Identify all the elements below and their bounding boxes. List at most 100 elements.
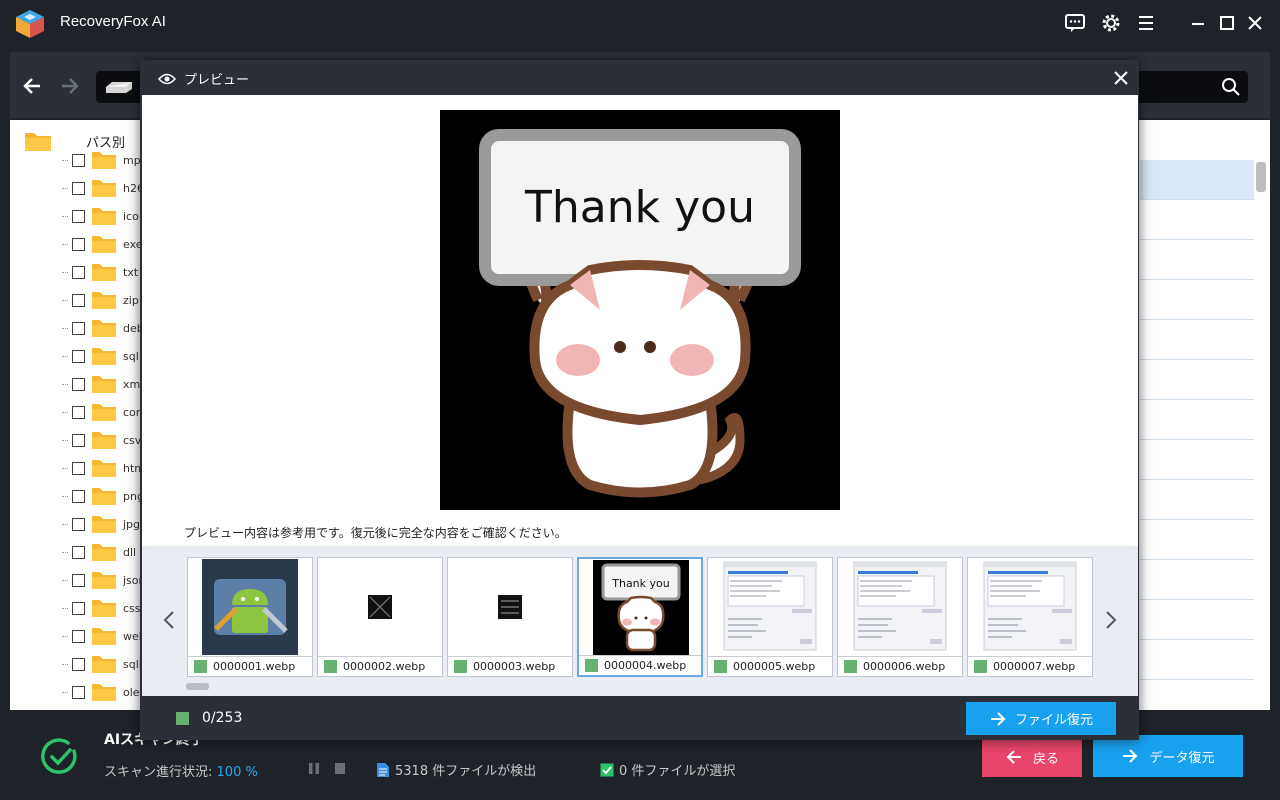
tree-item-csv[interactable]: csv xyxy=(72,426,141,454)
tree-connector xyxy=(62,440,68,441)
list-item[interactable] xyxy=(1140,640,1254,680)
menu-icon[interactable] xyxy=(1134,11,1158,35)
tree-item-checkbox[interactable] xyxy=(72,349,85,363)
tree-item-ole[interactable]: ole xyxy=(72,678,140,706)
file-recover-button[interactable]: ファイル復元 xyxy=(966,702,1116,735)
tree-item-checkbox[interactable] xyxy=(72,461,85,475)
tree-item-checkbox[interactable] xyxy=(72,209,85,223)
tree-item-dll[interactable]: dll xyxy=(72,538,136,566)
tree-item-png[interactable]: png xyxy=(72,482,144,510)
thumbnail-item[interactable]: 0000002.webp xyxy=(317,557,443,677)
tree-item-ico[interactable]: ico xyxy=(72,202,139,230)
tree-item-sql[interactable]: sql xyxy=(72,342,139,370)
thumbnail-checkbox[interactable] xyxy=(324,660,337,673)
tree-item-checkbox[interactable] xyxy=(72,685,85,699)
tree-item-jpg[interactable]: jpg xyxy=(72,510,140,538)
tree-item-checkbox[interactable] xyxy=(72,153,85,167)
maximize-icon[interactable] xyxy=(1215,11,1239,35)
tree-item-checkbox[interactable] xyxy=(72,629,85,643)
select-all-checkbox[interactable] xyxy=(176,712,189,725)
tree-item-mp4[interactable]: mp4 xyxy=(72,146,148,174)
vertical-scrollbar[interactable] xyxy=(1256,162,1266,192)
tree-item-checkbox[interactable] xyxy=(72,657,85,671)
close-icon[interactable] xyxy=(1110,67,1132,89)
horizontal-scrollbar[interactable] xyxy=(186,683,209,690)
back-arrow-icon[interactable] xyxy=(20,73,46,99)
forward-arrow-icon[interactable] xyxy=(56,73,82,99)
list-item[interactable] xyxy=(1140,400,1254,440)
folder-icon xyxy=(92,348,116,365)
tree-item-checkbox[interactable] xyxy=(72,377,85,391)
thumbnail-filename: 0000006.webp xyxy=(863,660,946,673)
tree-connector xyxy=(62,188,68,189)
close-window-icon[interactable] xyxy=(1243,11,1267,35)
tree-item-checkbox[interactable] xyxy=(72,545,85,559)
thumbnail-item[interactable]: 0000007.webp xyxy=(967,557,1093,677)
tree-item-checkbox[interactable] xyxy=(72,517,85,531)
thumbnail-item[interactable]: 0000001.webp xyxy=(187,557,313,677)
list-item[interactable] xyxy=(1140,600,1254,640)
tree-item-checkbox[interactable] xyxy=(72,573,85,587)
chevron-right-icon[interactable] xyxy=(1104,610,1118,630)
tree-item-deb[interactable]: deb xyxy=(72,314,144,342)
thumbnail-checkbox[interactable] xyxy=(194,660,207,673)
tree-item-checkbox[interactable] xyxy=(72,489,85,503)
thumbnail-checkbox[interactable] xyxy=(974,660,987,673)
list-item[interactable] xyxy=(1140,280,1254,320)
tree-item-json[interactable]: json xyxy=(72,566,146,594)
tree-item-com[interactable]: com xyxy=(72,398,147,426)
tree-item-checkbox[interactable] xyxy=(72,321,85,335)
search-icon[interactable] xyxy=(1221,77,1241,97)
thumbnail-checkbox[interactable] xyxy=(454,660,467,673)
thumbnail-item[interactable]: 0000005.webp xyxy=(707,557,833,677)
thumbnail-checkbox[interactable] xyxy=(585,659,598,672)
thank-you-cat-image: Thank you xyxy=(440,110,840,510)
tree-item-css[interactable]: css xyxy=(72,594,141,622)
list-item[interactable] xyxy=(1140,200,1254,240)
thumbnail-filename: 0000003.webp xyxy=(473,660,556,673)
tree-item-checkbox[interactable] xyxy=(72,433,85,447)
tree-item-checkbox[interactable] xyxy=(72,237,85,251)
minimize-icon[interactable] xyxy=(1186,11,1210,35)
thumbnail-item[interactable]: 0000006.webp xyxy=(837,557,963,677)
list-item[interactable] xyxy=(1140,480,1254,520)
tree-item-checkbox[interactable] xyxy=(72,265,85,279)
tree-item-checkbox[interactable] xyxy=(72,405,85,419)
gear-icon[interactable] xyxy=(1099,11,1123,35)
list-item[interactable] xyxy=(1140,520,1254,560)
thumbnail-image xyxy=(722,559,818,655)
thumbnail-item[interactable]: Thank you 0000004.webp xyxy=(577,557,703,677)
tree-item-checkbox[interactable] xyxy=(72,601,85,615)
tree-connector xyxy=(62,524,68,525)
thumbnail-item[interactable]: 0000003.webp xyxy=(447,557,573,677)
selected-files-text: 0 件ファイルが選択 xyxy=(619,764,736,779)
tree-item-checkbox[interactable] xyxy=(72,293,85,307)
tree-item-html[interactable]: html xyxy=(72,454,148,482)
list-item[interactable] xyxy=(1140,560,1254,600)
tree-item-checkbox[interactable] xyxy=(72,181,85,195)
tree-item-txt[interactable]: txt xyxy=(72,258,138,286)
back-button[interactable]: 戻る xyxy=(982,737,1082,777)
path-bar[interactable] xyxy=(96,71,146,103)
back-button-label: 戻る xyxy=(1032,751,1059,767)
tree-item-xml[interactable]: xml xyxy=(72,370,143,398)
tree-connector xyxy=(62,328,68,329)
feedback-icon[interactable] xyxy=(1063,11,1087,35)
pause-icon[interactable] xyxy=(308,762,320,775)
list-item[interactable] xyxy=(1140,320,1254,360)
thumbnail-checkbox[interactable] xyxy=(714,660,727,673)
tree-item-label: txt xyxy=(123,265,139,279)
folder-icon xyxy=(92,488,116,505)
stop-icon[interactable] xyxy=(334,762,346,775)
list-item[interactable] xyxy=(1140,440,1254,480)
tree-item-zip[interactable]: zip xyxy=(72,286,139,314)
thumbnail-checkbox[interactable] xyxy=(844,660,857,673)
tree-item-exe[interactable]: exe xyxy=(72,230,143,258)
search-input[interactable] xyxy=(1135,71,1248,103)
chevron-left-icon[interactable] xyxy=(162,610,176,630)
thumbnail-caption: 0000004.webp xyxy=(579,655,701,675)
list-item[interactable] xyxy=(1140,240,1254,280)
list-item[interactable] xyxy=(1140,360,1254,400)
list-item[interactable] xyxy=(1140,160,1254,200)
recover-data-button[interactable]: データ復元 xyxy=(1093,735,1243,777)
